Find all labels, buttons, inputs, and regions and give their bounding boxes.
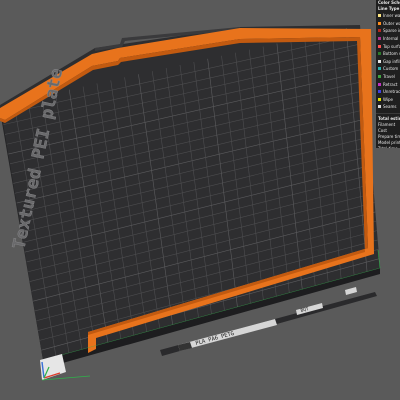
legend-item-label: Custom	[383, 66, 399, 72]
legend-item[interactable]: Outer wall	[376, 20, 400, 28]
legend-swatch	[378, 82, 381, 86]
legend-item[interactable]: Gap infill	[376, 58, 400, 66]
legend-item[interactable]: Retract	[376, 80, 400, 88]
legend-item-label: Unretract	[383, 89, 400, 95]
legend-item-label: Sparse infill	[383, 28, 400, 34]
legend-item[interactable]: Bottom surface	[376, 50, 400, 58]
stat-label: Total time	[376, 146, 400, 148]
legend-item[interactable]: Unretract	[376, 88, 400, 96]
legend-item-label: Outer wall	[383, 20, 400, 26]
legend-item[interactable]: Sparse infill	[376, 27, 400, 35]
legend-swatch	[378, 59, 381, 63]
legend-swatch	[378, 29, 381, 33]
legend-item-label: Wipe	[383, 96, 393, 102]
legend-swatch	[378, 52, 381, 56]
legend-swatch	[378, 90, 381, 94]
legend-item[interactable]: Custom	[376, 65, 400, 73]
legend-item[interactable]: Travel	[376, 73, 400, 81]
legend-item[interactable]: Seams	[376, 103, 400, 111]
legend-swatch	[378, 21, 381, 25]
legend-stats: FilamentCostPrepare timeModel printing t…	[376, 122, 400, 148]
legend-swatch	[378, 97, 381, 101]
legend-item[interactable]: Inner wall	[376, 12, 400, 20]
legend-item-label: Internal solid infill	[383, 36, 400, 42]
legend-item-label: Seams	[383, 104, 397, 110]
legend-swatch	[378, 14, 381, 18]
legend-swatch	[378, 37, 381, 41]
legend-swatch	[378, 105, 381, 109]
legend-item[interactable]: Top surface	[376, 42, 400, 50]
legend-swatch	[378, 67, 381, 71]
legend-item-label: Top surface	[383, 43, 400, 49]
legend-items: Inner wallOuter wall Sparse infill Interna…	[376, 12, 400, 111]
legend-item-label: Bottom surface	[383, 51, 400, 57]
legend-item-label: Retract	[383, 81, 398, 87]
legend-item[interactable]: Wipe	[376, 96, 400, 104]
legend-swatch	[378, 75, 381, 79]
3d-viewport[interactable]: Textured PEI plate PLA PA6 PETG BQT	[0, 0, 400, 400]
legend-swatch	[378, 44, 381, 48]
legend-panel[interactable]: Color Scheme Line Type Inner wallOuter w…	[376, 0, 400, 148]
legend-item[interactable]: Internal solid infill	[376, 35, 400, 43]
legend-item-label: Travel	[383, 74, 395, 80]
legend-item-label: Gap infill	[383, 58, 400, 64]
legend-divider	[376, 112, 400, 114]
legend-item-label: Inner wall	[383, 13, 400, 19]
